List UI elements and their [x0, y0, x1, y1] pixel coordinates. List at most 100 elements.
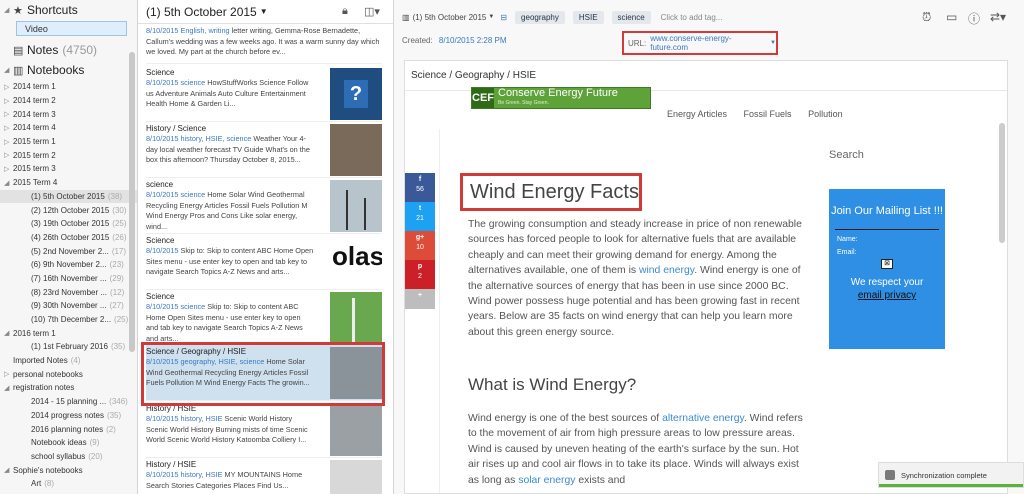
note-card[interactable]: History / HSIE 8/10/2015 history, HSIE Sc… — [146, 402, 382, 458]
notebook-item[interactable]: (10) 7th December 2... (25) — [0, 313, 137, 327]
notebook-item[interactable]: (9) 30th November ... (27) — [0, 299, 137, 313]
name-field-label[interactable]: Name: — [829, 236, 945, 243]
notebook-item[interactable]: (8) 23rd November ... (12) — [0, 285, 137, 299]
notebook-item[interactable]: (6) 9th November 2... (23) — [0, 258, 137, 272]
solar-energy-link[interactable]: solar energy — [518, 475, 575, 486]
expand-arrow-icon[interactable]: ◢ — [4, 466, 13, 474]
content-scrollbar[interactable] — [999, 123, 1005, 243]
collapse-arrow-icon[interactable]: ◢ — [4, 66, 13, 74]
tag-hsie[interactable]: HSIE — [572, 10, 604, 24]
notebook-item[interactable]: ◢ Sophie's notebooks — [0, 463, 137, 477]
note-card[interactable]: Science 8/10/2015 science Skip to: Skip t… — [146, 290, 382, 346]
expand-arrow-icon[interactable]: ◢ — [4, 384, 13, 392]
shortcuts-header[interactable]: ◢ ★ Shortcuts — [0, 0, 137, 20]
add-tag-input[interactable]: Click to add tag... — [661, 13, 723, 22]
notebook-item[interactable]: (1) 5th October 2015 (38) — [0, 189, 137, 204]
notebook-item[interactable]: (5) 2nd November 2... (17) — [0, 244, 137, 258]
notebook-item[interactable]: ▷ 2014 term 4 — [0, 121, 137, 135]
created-value[interactable]: 8/10/2015 2:28 PM — [439, 36, 507, 45]
notebook-label: (3) 19th October 2015 — [31, 219, 110, 229]
expand-arrow-icon[interactable]: ▷ — [4, 151, 13, 159]
notebook-label: 2015 term 1 — [13, 137, 56, 147]
share-button[interactable]: + — [405, 289, 435, 309]
notebook-item[interactable]: 2014 - 15 planning ... (346) — [0, 395, 137, 409]
notebook-item[interactable]: ◢ 2015 Term 4 — [0, 176, 137, 190]
notebook-item[interactable]: ▷ personal notebooks — [0, 367, 137, 381]
notebook-item[interactable]: Art (8) — [0, 477, 137, 491]
shortcut-item-video[interactable]: Video — [16, 21, 127, 36]
note-list-title[interactable]: (1) 5th October 2015 — [146, 5, 257, 19]
nav-pollution[interactable]: Pollution — [808, 109, 843, 119]
notebook-item[interactable]: ▷ 2015 term 3 — [0, 162, 137, 176]
expand-arrow-icon[interactable]: ▷ — [4, 370, 13, 378]
notebook-item[interactable]: 2016 planning notes (2) — [0, 422, 137, 436]
notebook-item[interactable]: (2) 12th October 2015 (30) — [0, 203, 137, 217]
nav-fossil-fuels[interactable]: Fossil Fuels — [744, 109, 792, 119]
notes-header[interactable]: ▤ Notes (4750) — [0, 40, 137, 60]
alternative-energy-link[interactable]: alternative energy — [662, 413, 744, 424]
note-card[interactable]: History / Science 8/10/2015 history, HSIE… — [146, 122, 382, 178]
expand-arrow-icon[interactable]: ▷ — [4, 83, 13, 91]
expand-arrow-icon[interactable]: ▷ — [4, 124, 13, 132]
chevron-down-icon[interactable]: ▼ — [488, 14, 494, 20]
notebook-item[interactable]: ▷ 2014 term 1 — [0, 80, 137, 94]
tag-geography[interactable]: geography — [515, 10, 565, 24]
view-options-icon[interactable]: ◫▾ — [364, 5, 380, 18]
notebook-item[interactable]: 2014 progress notes (35) — [0, 409, 137, 423]
expand-arrow-icon[interactable]: ▷ — [4, 165, 13, 173]
notebook-item[interactable]: ▷ 2015 term 2 — [0, 148, 137, 162]
chevron-down-icon[interactable]: ▼ — [770, 40, 776, 46]
present-icon[interactable]: ▭ — [946, 10, 957, 24]
collapse-arrow-icon[interactable]: ◢ — [4, 6, 13, 14]
notebook-item[interactable]: (3) 19th October 2015 (25) — [0, 217, 137, 231]
notebook-item[interactable]: ▷ 2014 term 3 — [0, 107, 137, 121]
note-card[interactable]: Science 8/10/2015 science HowStuffWorks S… — [146, 66, 382, 122]
expand-arrow-icon[interactable]: ▷ — [4, 97, 13, 105]
share-icon[interactable]: ⇄▾ — [990, 10, 1006, 24]
notebook-item[interactable]: ▷ 2015 term 1 — [0, 135, 137, 149]
notebook-item[interactable]: (1) 1st February 2016 (35) — [0, 340, 137, 354]
nav-energy-articles[interactable]: Energy Articles — [667, 109, 727, 119]
created-label: Created: — [402, 36, 433, 45]
notebook-item[interactable]: ◢ 2016 term 1 — [0, 326, 137, 340]
note-card[interactable]: science 8/10/2015 science Home Solar Wind… — [146, 178, 382, 234]
notebook-item[interactable]: Imported Notes (4) — [0, 354, 137, 368]
lock-icon[interactable]: 🔒︎ — [342, 5, 348, 18]
expand-arrow-icon[interactable]: ▷ — [4, 138, 13, 146]
notebook-item[interactable]: ▷ 2014 term 2 — [0, 94, 137, 108]
editor-notebook-selector[interactable]: (1) 5th October 2015 — [413, 13, 487, 22]
note-card[interactable]: Science 8/10/2015 Skip to: Skip to conten… — [146, 234, 382, 290]
expand-arrow-icon[interactable]: ◢ — [4, 179, 13, 187]
notebook-label: 2016 term 1 — [13, 328, 56, 338]
site-search-label[interactable]: Search — [829, 149, 864, 161]
notebook-item[interactable]: (4) 26th October 2015 (26) — [0, 231, 137, 245]
reminder-icon[interactable]: ⏰︎ — [922, 10, 931, 25]
notebook-item[interactable]: ◢ registration notes — [0, 381, 137, 395]
share-button[interactable]: f 56 — [405, 173, 435, 202]
url-link[interactable]: www.conserve-energy-future.com — [650, 34, 767, 52]
info-icon[interactable]: ⓘ — [968, 10, 980, 27]
notebook-item[interactable]: school syllabus (20) — [0, 450, 137, 464]
note-card[interactable]: 8/10/2015 English, writing letter writin… — [146, 26, 382, 64]
notebook-label: (7) 16th November ... — [31, 273, 107, 283]
expand-arrow-icon[interactable]: ▷ — [4, 110, 13, 118]
share-button[interactable]: g+ 10 — [405, 231, 435, 260]
tag-science[interactable]: science — [611, 10, 651, 24]
note-content[interactable]: Science / Geography / HSIE CEF Conserve … — [404, 60, 1008, 494]
expand-arrow-icon[interactable]: ◢ — [4, 329, 13, 337]
notebooks-header[interactable]: ◢ ▥ Notebooks — [0, 60, 137, 80]
sidebar-scrollbar[interactable] — [129, 52, 135, 352]
email-field-label[interactable]: Email: — [829, 249, 945, 256]
notebook-item[interactable]: (7) 16th November ... (29) — [0, 272, 137, 286]
share-button[interactable]: p2 — [405, 260, 435, 289]
note-card[interactable]: History / HSIE 8/10/2015 history, HSIE MY… — [146, 458, 382, 494]
notebook-item[interactable]: Notebook ideas (9) — [0, 436, 137, 450]
share-button[interactable]: t 21 — [405, 202, 435, 231]
url-field[interactable]: URL: www.conserve-energy-future.com ▼ — [622, 31, 778, 55]
captcha-icon[interactable]: ⊠ — [881, 259, 893, 269]
privacy-link[interactable]: email privacy — [829, 290, 945, 301]
note-card[interactable]: Science / Geography / HSIE 8/10/2015 geog… — [146, 345, 382, 401]
chevron-down-icon[interactable]: ▼ — [260, 7, 268, 16]
wind-energy-link[interactable]: wind energy — [639, 265, 694, 276]
notebook-count: (9) — [89, 438, 100, 448]
